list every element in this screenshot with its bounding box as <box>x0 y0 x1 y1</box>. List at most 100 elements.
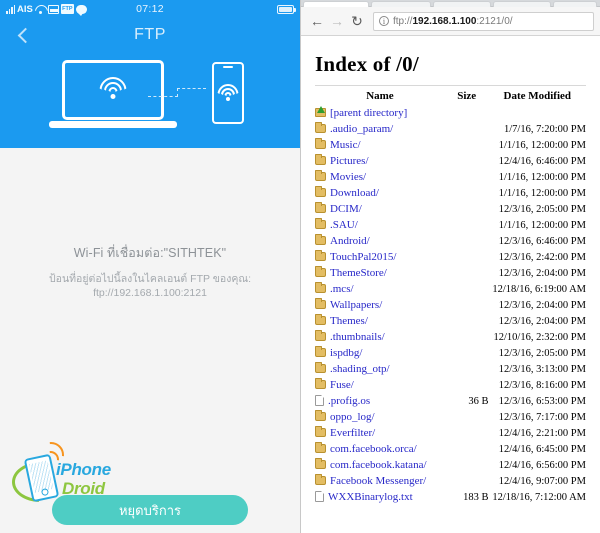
table-row[interactable]: TouchPal2015/12/3/16, 2:42:00 PM <box>315 249 586 265</box>
column-header-size[interactable]: Size <box>445 89 489 105</box>
file-link[interactable]: Movies/ <box>330 171 366 183</box>
table-row[interactable]: com.facebook.orca/12/4/16, 6:45:00 PM <box>315 441 586 457</box>
table-row[interactable]: Movies/1/1/16, 12:00:00 PM <box>315 169 586 185</box>
table-row[interactable]: Themes/12/3/16, 2:04:00 PM <box>315 313 586 329</box>
cell-size <box>445 169 489 185</box>
browser-tab[interactable] <box>433 1 491 7</box>
folder-icon <box>315 154 326 165</box>
status-bar: AIS FTP 07:12 <box>0 0 300 18</box>
cell-date: 12/3/16, 2:04:00 PM <box>498 315 586 327</box>
file-link[interactable]: Android/ <box>330 235 370 247</box>
cell-name: WXXBinarylog.txt <box>315 489 445 505</box>
file-link[interactable]: .mcs/ <box>330 283 354 295</box>
file-link[interactable]: Pictures/ <box>330 155 369 167</box>
table-row[interactable]: DCIM/12/3/16, 2:05:00 PM <box>315 201 586 217</box>
table-row[interactable]: Everfilter/12/4/16, 2:21:00 PM <box>315 425 586 441</box>
browser-tab[interactable] <box>493 1 551 7</box>
cell-date: 12/3/16, 2:42:00 PM <box>498 251 586 263</box>
cell-size <box>445 153 489 169</box>
cell-date: 12/18/16, 6:19:00 AM <box>492 283 586 295</box>
file-link[interactable]: .audio_param/ <box>330 123 393 135</box>
file-link[interactable]: .thumbnails/ <box>330 331 385 343</box>
url-path: :2121/0/ <box>476 15 513 27</box>
table-row[interactable]: [parent directory] <box>315 105 586 121</box>
file-link[interactable]: ThemeStore/ <box>330 267 387 279</box>
table-row[interactable]: .SAU/1/1/16, 12:00:00 PM <box>315 217 586 233</box>
forward-button[interactable]: → <box>327 11 347 31</box>
cell-size <box>445 425 489 441</box>
table-row[interactable]: .audio_param/1/7/16, 7:20:00 PM <box>315 121 586 137</box>
stop-service-button[interactable]: หยุดบริการ <box>52 495 248 525</box>
file-link[interactable]: WXXBinarylog.txt <box>328 491 413 503</box>
cell-size <box>445 217 489 233</box>
browser-tab[interactable] <box>303 1 369 7</box>
table-row[interactable]: Wallpapers/12/3/16, 2:04:00 PM <box>315 297 586 313</box>
file-link[interactable]: Wallpapers/ <box>330 299 382 311</box>
table-row[interactable]: .profig.os 36 B 12/3/16, 6:53:00 PM <box>315 393 586 409</box>
cell-size <box>445 121 489 137</box>
table-row[interactable]: .thumbnails/12/10/16, 2:32:00 PM <box>315 329 586 345</box>
cell-size <box>445 233 489 249</box>
table-row[interactable]: Fuse/12/3/16, 8:16:00 PM <box>315 377 586 393</box>
app-bar: FTP <box>0 18 300 52</box>
table-row[interactable]: oppo_log/12/3/16, 7:17:00 PM <box>315 409 586 425</box>
folder-icon <box>315 378 326 389</box>
table-row[interactable]: Music/1/1/16, 12:00:00 PM <box>315 137 586 153</box>
address-bar[interactable]: i ftp://192.168.1.100:2121/0/ <box>373 11 594 31</box>
file-link[interactable]: ispdbg/ <box>330 347 362 359</box>
file-link[interactable]: Themes/ <box>330 315 368 327</box>
cell-date: 12/18/16, 7:12:00 AM <box>492 491 586 503</box>
url-host: 192.168.1.100 <box>412 15 477 27</box>
cell-date: 12/3/16, 7:17:00 PM <box>498 411 586 423</box>
browser-tab[interactable] <box>553 1 597 7</box>
cell-name: .thumbnails/ <box>315 329 445 345</box>
file-link[interactable]: TouchPal2015/ <box>330 251 396 263</box>
reload-button[interactable]: ↻ <box>347 11 367 31</box>
back-button[interactable]: ← <box>307 11 327 31</box>
phone-icon <box>212 62 244 124</box>
parent-directory-icon <box>315 106 326 117</box>
table-row[interactable]: WXXBinarylog.txt 183 B 12/18/16, 7:12:00 A… <box>315 489 586 505</box>
table-row[interactable]: Android/12/3/16, 6:46:00 PM <box>315 233 586 249</box>
file-link[interactable]: Download/ <box>330 187 379 199</box>
table-row[interactable]: Pictures/12/4/16, 6:46:00 PM <box>315 153 586 169</box>
cell-date: 12/3/16, 2:04:00 PM <box>498 267 586 279</box>
cell-size <box>445 409 489 425</box>
file-link[interactable]: .profig.os <box>328 395 370 407</box>
info-circle-icon[interactable]: i <box>379 16 389 26</box>
table-row[interactable]: Download/1/1/16, 12:00:00 PM <box>315 185 586 201</box>
cell-name: Pictures/ <box>315 153 445 169</box>
file-link[interactable]: Everfilter/ <box>330 427 375 439</box>
file-link[interactable]: Music/ <box>330 139 361 151</box>
dashed-connection-icon <box>148 88 206 98</box>
file-link[interactable]: .SAU/ <box>330 219 358 231</box>
column-header-name[interactable]: Name <box>315 89 445 105</box>
cell-date: 12/4/16, 9:07:00 PM <box>498 475 586 487</box>
table-row[interactable]: com.facebook.katana/12/4/16, 6:56:00 PM <box>315 457 586 473</box>
table-row[interactable]: Facebook Messenger/12/4/16, 9:07:00 PM <box>315 473 586 489</box>
browser-tab[interactable] <box>371 1 431 7</box>
file-link[interactable]: com.facebook.katana/ <box>330 459 427 471</box>
file-link[interactable]: DCIM/ <box>330 203 362 215</box>
cell-name: .profig.os <box>315 393 445 409</box>
file-link[interactable]: oppo_log/ <box>330 411 375 423</box>
cell-name: .SAU/ <box>315 217 445 233</box>
cell-name: Music/ <box>315 137 445 153</box>
table-row[interactable]: .mcs/12/18/16, 6:19:00 AM <box>315 281 586 297</box>
table-row[interactable]: .shading_otp/12/3/16, 3:13:00 PM <box>315 361 586 377</box>
cell-date: 12/4/16, 2:21:00 PM <box>498 427 586 439</box>
folder-icon <box>315 170 326 181</box>
file-link[interactable]: [parent directory] <box>330 107 407 119</box>
table-row[interactable]: ispdbg/12/3/16, 2:05:00 PM <box>315 345 586 361</box>
cell-date: 1/1/16, 12:00:00 PM <box>498 139 586 151</box>
file-link[interactable]: Facebook Messenger/ <box>330 475 426 487</box>
file-link[interactable]: .shading_otp/ <box>330 363 390 375</box>
file-link[interactable]: com.facebook.orca/ <box>330 443 417 455</box>
cell-date: 12/10/16, 2:32:00 PM <box>493 331 586 343</box>
column-header-date[interactable]: Date Modified <box>489 89 586 105</box>
file-link[interactable]: Fuse/ <box>330 379 354 391</box>
table-row[interactable]: ThemeStore/12/3/16, 2:04:00 PM <box>315 265 586 281</box>
cell-name: Fuse/ <box>315 377 445 393</box>
wifi-icon <box>98 77 128 101</box>
directory-listing-body: [parent directory] .audio_param/1/7/16, 7… <box>315 105 586 505</box>
